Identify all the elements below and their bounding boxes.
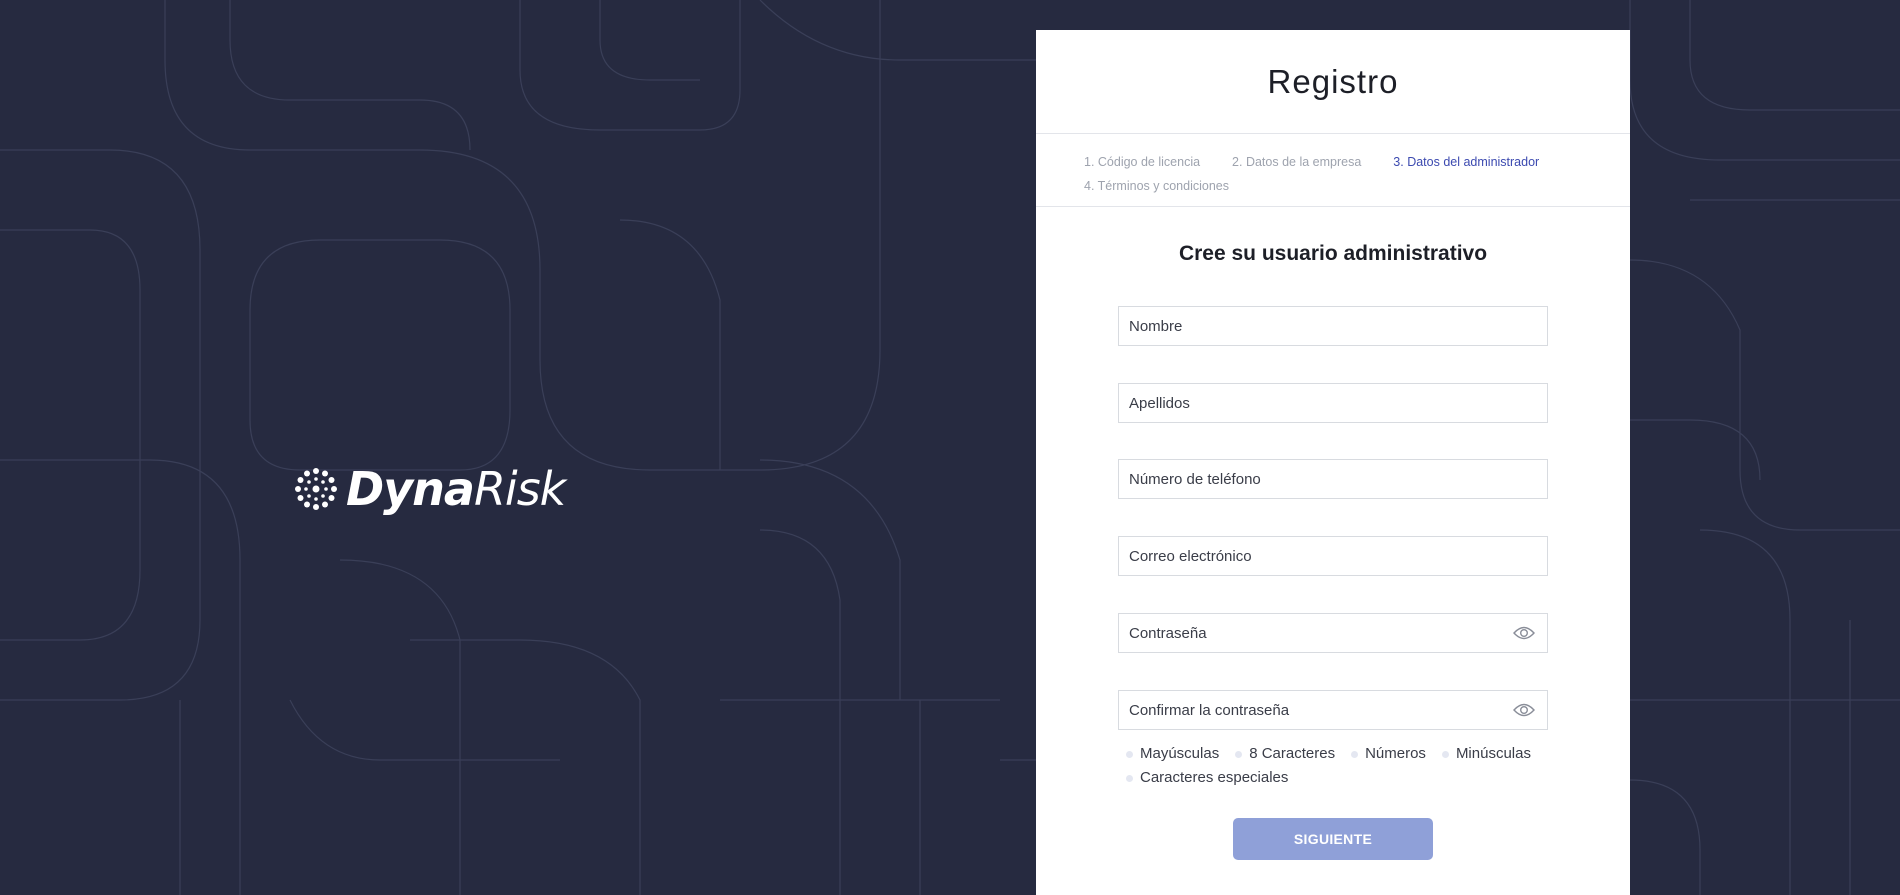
requirement-label: Mayúsculas — [1140, 745, 1220, 762]
password-requirements: Mayúsculas 8 Caracteres Números Minúscul… — [1126, 742, 1566, 790]
requirement-dot-icon — [1351, 750, 1359, 758]
steps-row-1: 1. Código de licencia 2. Datos de la emp… — [1084, 150, 1590, 174]
requirement-label: Caracteres especiales — [1140, 769, 1289, 786]
first-name-field — [1118, 306, 1548, 346]
eye-icon[interactable] — [1513, 625, 1535, 641]
dynarisk-logo-icon — [295, 468, 337, 510]
requirement-dot-icon — [1235, 750, 1243, 758]
last-name-input[interactable] — [1119, 384, 1547, 422]
next-button[interactable]: SIGUIENTE — [1233, 818, 1433, 860]
password-field — [1118, 613, 1548, 653]
confirm-password-field — [1118, 690, 1548, 730]
step-company-data: 2. Datos de la empresa — [1232, 155, 1362, 169]
phone-input[interactable] — [1119, 460, 1547, 498]
confirm-password-input[interactable] — [1119, 691, 1547, 729]
steps-row-2: 4. Términos y condiciones — [1084, 174, 1590, 198]
step-terms: 4. Términos y condiciones — [1084, 179, 1229, 193]
step-indicator: 1. Código de licencia 2. Datos de la emp… — [1036, 134, 1630, 207]
requirement-numbers: Números — [1351, 742, 1426, 766]
page-title: Registro — [1267, 62, 1399, 100]
password-input[interactable] — [1119, 614, 1547, 652]
panel-header: Registro — [1036, 30, 1630, 134]
requirement-8-chars: 8 Caracteres — [1235, 742, 1335, 766]
requirement-dot-icon — [1441, 750, 1449, 758]
requirement-dot-icon — [1126, 774, 1133, 782]
phone-field — [1118, 459, 1548, 499]
logo-text-light: Risk — [473, 462, 566, 516]
logo-text-bold: Dyna — [346, 462, 475, 516]
requirements-row-1: Mayúsculas 8 Caracteres Números Minúscul… — [1126, 742, 1566, 766]
email-input[interactable] — [1119, 537, 1547, 575]
requirement-label: Minúsculas — [1455, 745, 1531, 762]
registration-panel: Registro 1. Código de licencia 2. Datos … — [1036, 30, 1630, 895]
requirement-label: 8 Caracteres — [1249, 745, 1336, 762]
requirement-uppercase: Mayúsculas — [1126, 742, 1219, 766]
dynarisk-logo: DynaRisk — [294, 462, 566, 516]
step-admin-data: 3. Datos del administrador — [1393, 155, 1540, 169]
last-name-field — [1118, 383, 1548, 423]
logo-wordmark: DynaRisk — [346, 466, 566, 512]
requirement-dot-icon — [1126, 750, 1133, 758]
requirements-row-2: Caracteres especiales — [1126, 766, 1566, 790]
step-license-code: 1. Código de licencia — [1084, 155, 1201, 169]
email-field — [1118, 536, 1548, 576]
requirement-lowercase: Minúsculas — [1441, 742, 1531, 766]
form-title: Cree su usuario administrativo — [1178, 242, 1488, 265]
first-name-input[interactable] — [1119, 307, 1547, 345]
requirement-label: Números — [1365, 745, 1426, 762]
eye-icon[interactable] — [1513, 702, 1535, 718]
requirement-special-chars: Caracteres especiales — [1126, 766, 1288, 790]
